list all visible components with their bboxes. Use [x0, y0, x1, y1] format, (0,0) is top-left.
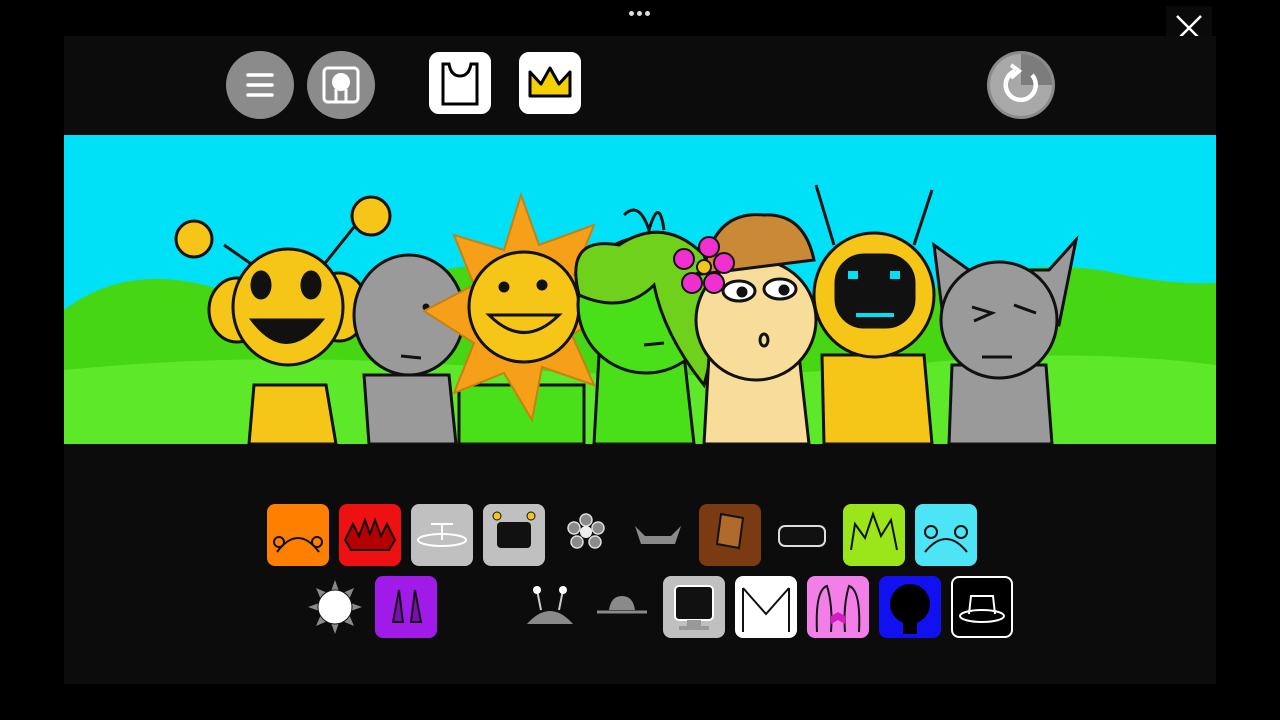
bucket-hat-icon [715, 512, 745, 550]
reset-icon [990, 54, 1052, 116]
palette-item[interactable] [483, 504, 545, 566]
shirt-icon [441, 62, 479, 106]
palette-item[interactable] [951, 576, 1013, 638]
flower-icon [567, 513, 605, 549]
game-frame [64, 36, 1216, 684]
character-profile-button[interactable] [307, 51, 375, 119]
tab-clothing[interactable] [429, 52, 491, 114]
more-dots-icon[interactable] [628, 8, 652, 18]
palette-empty-slot[interactable] [447, 576, 509, 638]
palette-item[interactable] [699, 504, 761, 566]
character-profile-icon [322, 66, 360, 104]
propeller-hat-icon [417, 523, 467, 547]
bowler-hat-icon [597, 596, 647, 614]
tab-hats[interactable] [519, 52, 581, 114]
bug-antennae-icon [527, 586, 573, 624]
character-stage [64, 135, 1216, 444]
palette-item[interactable] [771, 504, 833, 566]
envelope-hood-icon [742, 587, 790, 632]
palette-item[interactable] [519, 576, 581, 638]
gray-character [352, 253, 466, 444]
visor-icon [778, 525, 826, 547]
tv-head-icon [492, 511, 536, 548]
red-spikes-icon [343, 517, 397, 551]
palette-item[interactable] [411, 504, 473, 566]
sun-rays-icon [308, 580, 362, 634]
palette-item[interactable] [843, 504, 905, 566]
menu-icon [246, 73, 274, 97]
pink-bow-icon [815, 584, 861, 633]
palette-item[interactable] [375, 576, 437, 638]
leaf-hair-icon [850, 510, 898, 551]
palette-item[interactable] [627, 504, 689, 566]
monitor-icon [674, 585, 714, 630]
purple-horns-icon [391, 589, 423, 623]
horned-helmet-icon [635, 526, 681, 544]
menu-button[interactable] [226, 51, 294, 119]
palette-item[interactable] [304, 576, 366, 638]
palette-item[interactable] [591, 576, 653, 638]
palette-item[interactable] [735, 576, 797, 638]
palette-item[interactable] [267, 504, 329, 566]
palette-item[interactable] [555, 504, 617, 566]
palette-item[interactable] [339, 504, 401, 566]
palette-item[interactable] [879, 576, 941, 638]
orange-antennae-icon [273, 536, 323, 553]
top-hat-icon [959, 595, 1005, 623]
cyan-ears-icon [924, 525, 968, 553]
blue-hood-icon [890, 584, 930, 634]
crown-icon [528, 66, 572, 98]
reset-button[interactable] [987, 51, 1055, 119]
palette-item[interactable] [663, 576, 725, 638]
palette-item[interactable] [915, 504, 977, 566]
palette-item[interactable] [807, 576, 869, 638]
